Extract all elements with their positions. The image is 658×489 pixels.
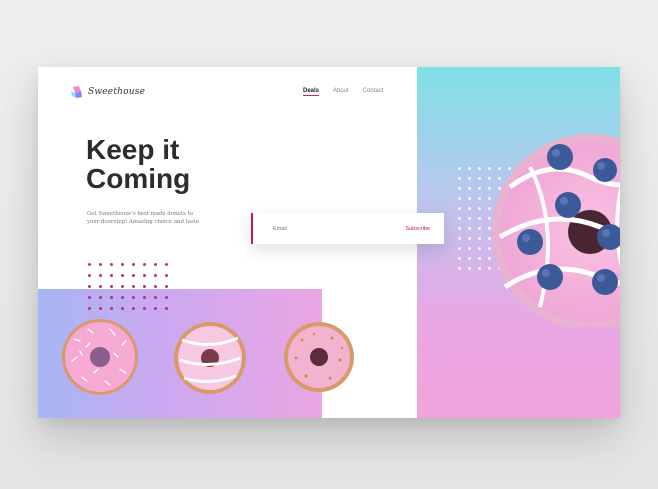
decor-dot	[88, 285, 91, 288]
decor-dot	[143, 263, 146, 266]
decor-dot	[121, 274, 124, 277]
dot-pattern-left	[88, 263, 169, 311]
blueberry-donut-image	[492, 134, 620, 327]
decor-dot	[468, 187, 471, 190]
decor-dot	[458, 237, 461, 240]
decor-dot	[458, 167, 461, 170]
decor-dot	[468, 237, 471, 240]
coconut-donut-image	[62, 319, 138, 395]
decor-dot	[110, 307, 113, 310]
decor-dot	[154, 263, 157, 266]
decor-dot	[458, 187, 461, 190]
decor-dot	[99, 296, 102, 299]
sprinkle-donut-image	[284, 322, 354, 392]
decor-dot	[478, 257, 481, 260]
nav-item-about[interactable]: About	[333, 88, 349, 96]
decor-dot	[458, 207, 461, 210]
decor-dot	[165, 263, 168, 266]
pink-striped-donut-image	[174, 322, 246, 394]
decor-dot	[88, 263, 91, 266]
decor-dot	[143, 285, 146, 288]
decor-dot	[132, 263, 135, 266]
decor-dot	[154, 296, 157, 299]
decor-dot	[458, 257, 461, 260]
brand-name: Sweethouse	[88, 87, 146, 97]
decor-dot	[478, 237, 481, 240]
nav-item-contact[interactable]: Contact	[363, 88, 384, 96]
decor-dot	[478, 167, 481, 170]
decor-dot	[99, 307, 102, 310]
decor-dot	[99, 285, 102, 288]
decor-dot	[468, 257, 471, 260]
decor-dot	[154, 307, 157, 310]
decor-dot	[110, 296, 113, 299]
decor-dot	[132, 274, 135, 277]
decor-dot	[478, 217, 481, 220]
nav-item-deals[interactable]: Deals	[303, 88, 320, 96]
decor-dot	[478, 227, 481, 230]
hero-title-line2: Coming	[86, 163, 191, 194]
decor-dot	[458, 247, 461, 250]
brand-logo[interactable]: Sweethouse	[70, 84, 145, 100]
decor-dot	[468, 267, 471, 270]
decor-dot	[478, 177, 481, 180]
decor-dot	[478, 267, 481, 270]
decor-dot	[468, 227, 471, 230]
decor-dot	[468, 217, 471, 220]
decor-dot	[478, 247, 481, 250]
decor-dot	[132, 285, 135, 288]
decor-dot	[88, 307, 91, 310]
main-nav: Deals About Contact	[303, 88, 383, 96]
decor-dot	[143, 307, 146, 310]
decor-dot	[468, 207, 471, 210]
decor-dot	[132, 307, 135, 310]
decor-dot	[99, 274, 102, 277]
subscribe-button[interactable]: Subscribe	[406, 226, 430, 232]
decor-dot	[458, 177, 461, 180]
decor-dot	[99, 263, 102, 266]
decor-dot	[88, 274, 91, 277]
decor-dot	[458, 197, 461, 200]
decor-dot	[110, 285, 113, 288]
decor-dot	[478, 197, 481, 200]
decor-dot	[110, 263, 113, 266]
decor-dot	[165, 307, 168, 310]
hero-title: Keep it Coming	[86, 135, 246, 193]
decor-dot	[165, 274, 168, 277]
decor-dot	[468, 247, 471, 250]
decor-dot	[468, 197, 471, 200]
decor-dot	[165, 285, 168, 288]
decor-dot	[154, 274, 157, 277]
decor-dot	[121, 296, 124, 299]
decor-dot	[458, 267, 461, 270]
decor-dot	[88, 296, 91, 299]
decor-dot	[154, 285, 157, 288]
decor-dot	[468, 167, 471, 170]
decor-dot	[121, 285, 124, 288]
hero-description: Get Sweethouse's best made donuts to you…	[87, 211, 200, 225]
decor-dot	[468, 177, 471, 180]
decor-dot	[110, 274, 113, 277]
decor-dot	[458, 217, 461, 220]
decor-dot	[478, 207, 481, 210]
landing-card: Sweethouse Deals About Contact Keep it C…	[38, 67, 620, 418]
hero-title-line1: Keep it	[86, 134, 180, 165]
decor-dot	[121, 263, 124, 266]
logo-icon	[71, 86, 82, 98]
email-input[interactable]	[271, 224, 365, 233]
decor-dot	[458, 227, 461, 230]
decor-dot	[143, 274, 146, 277]
decor-dot	[478, 187, 481, 190]
decor-dot	[121, 307, 124, 310]
decor-dot	[165, 296, 168, 299]
decor-dot	[132, 296, 135, 299]
decor-dot	[143, 296, 146, 299]
subscribe-form: Subscribe	[251, 213, 444, 244]
